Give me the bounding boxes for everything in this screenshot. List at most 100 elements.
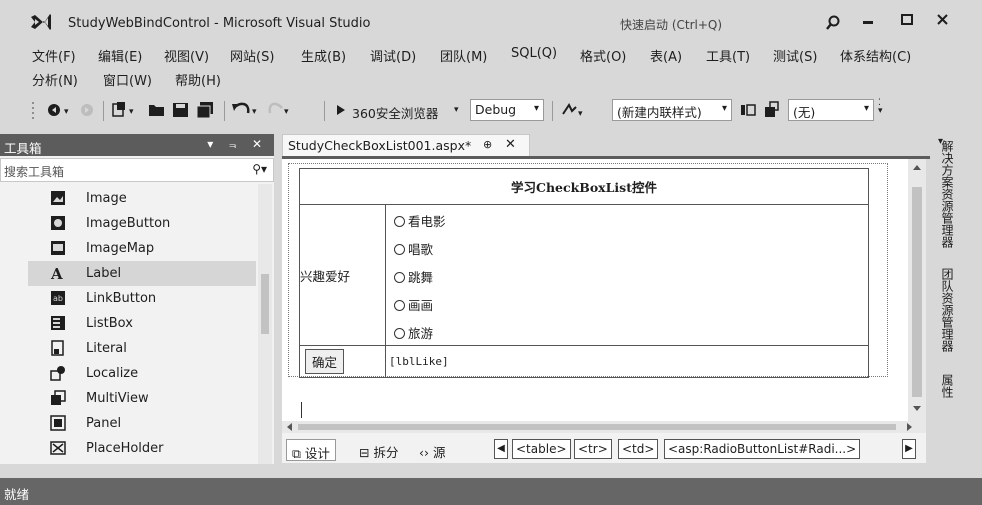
toolbox-item-label-control[interactable]: A Label <box>28 261 256 286</box>
toolbar-separator <box>224 101 225 121</box>
menu-edit[interactable]: 编辑(E) <box>98 46 142 65</box>
menu-test[interactable]: 测试(S) <box>773 46 817 65</box>
browser-dropdown-arrow[interactable]: ▾ <box>454 105 459 115</box>
view-tab-split[interactable]: ⊟ 拆分 <box>354 439 403 461</box>
layout-table[interactable]: 学习CheckBoxList控件 兴趣爱好 看电影 唱歌 跳舞 画画 旅游 确定… <box>299 168 869 378</box>
close-button[interactable] <box>930 10 956 32</box>
navigate-back-icon[interactable]: ▾ <box>44 99 76 121</box>
save-all-icon[interactable] <box>194 99 216 121</box>
breadcrumb-td[interactable]: <td> <box>618 439 659 459</box>
attach-process-icon[interactable]: ▾ <box>560 99 588 121</box>
menu-build[interactable]: 生成(B) <box>301 46 346 65</box>
radio-option[interactable]: 唱歌 <box>394 233 868 261</box>
navigate-forward-icon[interactable] <box>78 99 96 121</box>
scroll-up-icon[interactable] <box>912 163 922 171</box>
rail-tab-solution-explorer[interactable]: 解决方案资源管理器 <box>932 140 956 248</box>
quick-launch-input[interactable]: 快速启动 (Ctrl+Q) <box>612 12 848 34</box>
toolbox-item-imagebutton[interactable]: ImageButton <box>28 211 256 236</box>
submit-cell: 确定 <box>299 345 386 378</box>
page-body-frame: 学习CheckBoxList控件 兴趣爱好 看电影 唱歌 跳舞 画画 旅游 确定… <box>288 163 888 418</box>
toolbox-header: 工具箱 ▾ ⫬ ✕ <box>0 134 274 156</box>
hobby-label-cell[interactable]: 兴趣爱好 <box>299 204 386 346</box>
menu-table[interactable]: 表(A) <box>650 46 682 65</box>
maximize-button[interactable] <box>894 10 920 32</box>
toolbox-scrollbar[interactable] <box>258 184 272 464</box>
style-application-icon[interactable] <box>738 99 758 121</box>
new-project-icon[interactable]: ▾ <box>110 99 140 121</box>
toolbox-item-placeholder[interactable]: PlaceHolder <box>28 436 256 461</box>
undo-icon[interactable]: ▾ <box>230 99 262 121</box>
table-caption-cell[interactable]: 学习CheckBoxList控件 <box>299 168 869 205</box>
menu-format[interactable]: 格式(O) <box>580 46 626 65</box>
document-tab[interactable]: StudyCheckBoxList001.aspx* ⊕ ✕ <box>282 134 530 156</box>
menu-website[interactable]: 网站(S) <box>230 46 274 65</box>
design-surface[interactable]: 学习CheckBoxList控件 兴趣爱好 看电影 唱歌 跳舞 画画 旅游 确定… <box>282 159 908 421</box>
designer-vertical-scrollbar[interactable] <box>908 159 926 421</box>
toolbox-item-label: ImageButton <box>86 216 171 231</box>
menu-tools[interactable]: 工具(T) <box>706 46 750 65</box>
view-tab-source[interactable]: ‹› 源 <box>414 439 451 461</box>
menu-analyze[interactable]: 分析(N) <box>32 70 78 89</box>
radio-option[interactable]: 跳舞 <box>394 261 868 289</box>
attach-stylesheet-icon[interactable] <box>762 99 782 121</box>
radio-option[interactable]: 旅游 <box>394 317 868 345</box>
breadcrumb-table[interactable]: <table> <box>512 439 571 459</box>
scrollbar-thumb[interactable] <box>912 187 922 397</box>
menu-debug[interactable]: 调试(D) <box>370 46 416 65</box>
start-debugging-icon[interactable] <box>334 99 348 121</box>
menu-sql[interactable]: SQL(Q) <box>511 46 557 61</box>
toolbox-item-image[interactable]: Image <box>28 186 256 211</box>
toolbox-item-localize[interactable]: Localize <box>28 361 256 386</box>
toolbar-overflow-icon[interactable]: ⁚ ▾ <box>878 99 883 116</box>
solution-configuration-select[interactable]: Debug ▾ <box>470 99 544 121</box>
toolbox-item-literal[interactable]: Literal <box>28 336 256 361</box>
menu-team[interactable]: 团队(M) <box>440 46 487 65</box>
toolbox-item-linkbutton[interactable]: ab LinkButton <box>28 286 256 311</box>
target-rule-select[interactable]: (无) ▾ <box>788 99 874 121</box>
breadcrumb-tr[interactable]: <tr> <box>574 439 612 459</box>
label-icon: A <box>50 265 63 281</box>
scroll-right-icon[interactable] <box>906 423 914 431</box>
menu-architecture[interactable]: 体系结构(C) <box>840 46 911 65</box>
submit-button[interactable]: 确定 <box>305 349 345 374</box>
scroll-down-icon[interactable] <box>912 405 922 413</box>
radio-option[interactable]: 画画 <box>394 289 868 317</box>
toolbox-search-placeholder: 搜索工具箱 <box>4 165 65 179</box>
visual-studio-logo-icon <box>31 14 51 30</box>
toolbox-item-panel[interactable]: Panel <box>28 411 256 436</box>
style-select[interactable]: (新建内联样式) ▾ <box>612 99 732 121</box>
rail-tab-properties[interactable]: 属性 <box>932 374 956 398</box>
rail-tab-team-explorer[interactable]: 团队资源管理器 <box>932 268 956 352</box>
toolbox-item-listbox[interactable]: ListBox <box>28 311 256 336</box>
view-tab-design[interactable]: ⧉ 设计 <box>286 439 336 461</box>
menu-help[interactable]: 帮助(H) <box>175 70 221 89</box>
menu-view[interactable]: 视图(V) <box>164 46 209 65</box>
toolbar-separator <box>103 101 104 121</box>
radio-option[interactable]: 看电影 <box>394 205 868 233</box>
scrollbar-thumb[interactable] <box>261 274 269 334</box>
designer-horizontal-scrollbar[interactable] <box>282 421 926 433</box>
close-tab-icon[interactable]: ✕ <box>505 137 516 152</box>
save-icon[interactable] <box>170 99 192 121</box>
scroll-left-icon[interactable] <box>285 423 293 431</box>
menu-window[interactable]: 窗口(W) <box>103 70 152 89</box>
radio-button-list[interactable]: 看电影 唱歌 跳舞 画画 旅游 <box>385 204 869 346</box>
browser-selector[interactable]: 360安全浏览器 <box>352 103 438 122</box>
result-label[interactable]: [lblLike] <box>385 345 869 378</box>
toolbox-item-imagemap[interactable]: ImageMap <box>28 236 256 261</box>
toolbox-item-multiview[interactable]: MultiView <box>28 386 256 411</box>
breadcrumb-next-button[interactable]: ▶ <box>902 439 916 459</box>
style-value: (新建内联样式) <box>617 105 702 120</box>
open-file-icon[interactable] <box>146 99 168 121</box>
toolbox-search-input[interactable]: 搜索工具箱 ⚲▾ <box>0 158 274 182</box>
multi-view-icon <box>51 390 66 405</box>
toolbox-window-controls[interactable]: ▾ ⫬ ✕ <box>207 137 268 152</box>
toolbar-grip-icon <box>32 102 34 119</box>
breadcrumb-prev-button[interactable]: ◀ <box>494 439 508 459</box>
minimize-button[interactable] <box>855 10 881 32</box>
redo-icon[interactable]: ▾ <box>266 99 294 121</box>
scrollbar-thumb[interactable] <box>298 424 896 430</box>
pin-icon[interactable]: ⊕ <box>483 138 492 151</box>
menu-file[interactable]: 文件(F) <box>32 46 76 65</box>
breadcrumb-radiobuttonlist[interactable]: <asp:RadioButtonList#Radi...> <box>664 439 861 459</box>
